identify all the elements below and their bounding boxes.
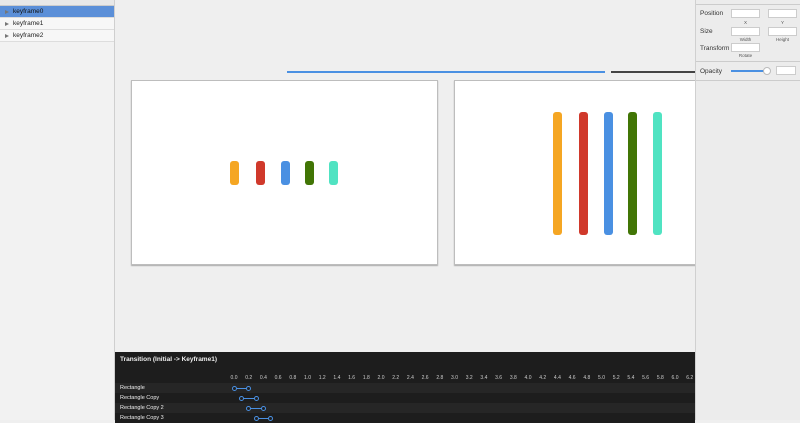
keyframe-handle-icon[interactable] — [246, 385, 252, 391]
transform-label: Transform — [700, 45, 730, 52]
layer-label: Rectangle — [120, 385, 145, 391]
tick-label: 2.8 — [436, 375, 444, 381]
rectangle-green[interactable] — [628, 112, 637, 235]
tick-label: 6.2 — [686, 375, 694, 381]
height-input[interactable] — [768, 27, 797, 36]
inspector-panel: Position X Y Size Width Height Transform… — [695, 0, 800, 420]
rectangle-red[interactable] — [579, 112, 588, 235]
x-input[interactable] — [731, 9, 760, 18]
timeline-row[interactable]: Rectangle Copy 3 — [115, 413, 695, 423]
tick-label: 0.2 — [245, 375, 253, 381]
sidebar-item-keyframe2[interactable]: keyframe2 — [0, 30, 114, 42]
tick-label: 4.6 — [568, 375, 576, 381]
tick-label: 4.2 — [539, 375, 547, 381]
rectangle-orange[interactable] — [230, 161, 239, 185]
layer-label: Rectangle Copy — [120, 395, 160, 401]
tick-label: 4.0 — [524, 375, 532, 381]
height-label: Height — [775, 37, 789, 42]
rectangle-teal[interactable] — [329, 161, 338, 185]
tick-label: 1.2 — [318, 375, 326, 381]
size-label: Size — [700, 28, 713, 35]
tick-label: 2.4 — [406, 375, 414, 381]
tick-label: 3.8 — [509, 375, 517, 381]
keyframe-label: keyframe0 — [13, 8, 44, 15]
x-label: X — [743, 20, 747, 25]
rotate-input[interactable] — [731, 43, 760, 52]
disclosure-triangle-icon[interactable] — [5, 21, 9, 26]
tick-label: 4.4 — [553, 375, 561, 381]
tick-label: 3.4 — [480, 375, 488, 381]
divider — [696, 61, 800, 62]
y-input[interactable] — [768, 9, 797, 18]
rectangle-green[interactable] — [305, 161, 314, 185]
timeline-panel: Transition (Initial -> Keyframe1) 0.0 0.2… — [115, 352, 695, 423]
tick-label: 2.6 — [421, 375, 429, 381]
opacity-input[interactable] — [776, 66, 796, 75]
tick-label: 3.2 — [465, 375, 473, 381]
position-label: Position — [700, 10, 724, 17]
rectangle-red[interactable] — [256, 161, 265, 185]
sidebar-item-keyframe1[interactable]: keyframe1 — [0, 18, 114, 30]
tick-label: 0.6 — [274, 375, 282, 381]
toolbar-strip — [696, 0, 800, 5]
keyframe-handle-icon[interactable] — [260, 405, 266, 411]
timeline-title: Transition (Initial -> Keyframe1) — [120, 356, 217, 363]
tick-label: 5.4 — [627, 375, 635, 381]
rectangle-teal[interactable] — [653, 112, 662, 235]
layer-label: Rectangle Copy 2 — [120, 405, 164, 411]
tick-label: 2.0 — [377, 375, 385, 381]
tick-label: 0.0 — [230, 375, 238, 381]
tick-label: 5.8 — [656, 375, 664, 381]
rectangle-blue[interactable] — [604, 112, 613, 235]
tick-label: 3.0 — [451, 375, 458, 381]
width-input[interactable] — [731, 27, 760, 36]
sidebar-item-keyframe0[interactable]: keyframe0 — [0, 6, 114, 18]
tick-label: 1.4 — [333, 375, 341, 381]
transition-slider[interactable] — [287, 71, 605, 73]
tick-label: 3.6 — [495, 375, 503, 381]
tick-label: 0.4 — [259, 375, 267, 381]
tick-label: 4.8 — [583, 375, 591, 381]
rotate-label: Rotate — [738, 53, 753, 58]
timeline-row[interactable]: Rectangle Copy 2 — [115, 403, 695, 413]
disclosure-triangle-icon[interactable] — [5, 33, 9, 38]
rectangle-blue[interactable] — [281, 161, 290, 185]
tick-label: 1.0 — [304, 375, 311, 381]
disclosure-triangle-icon[interactable] — [5, 9, 9, 14]
tick-label: 1.8 — [362, 375, 370, 381]
timeline-row[interactable]: Rectangle — [115, 383, 695, 393]
divider — [696, 80, 800, 81]
keyframe-label: keyframe1 — [13, 20, 44, 27]
tick-label: 0.8 — [289, 375, 297, 381]
tick-label: 2.2 — [392, 375, 400, 381]
rectangle-orange[interactable] — [553, 112, 562, 235]
width-label: Width — [739, 37, 752, 42]
timeline-row[interactable]: Rectangle Copy — [115, 393, 695, 403]
y-label: Y — [780, 20, 784, 25]
keyframe-handle-icon[interactable] — [246, 405, 252, 411]
tick-label: 5.6 — [642, 375, 650, 381]
transition-arrow — [611, 71, 695, 73]
opacity-label: Opacity — [700, 68, 723, 75]
opacity-slider-thumb[interactable] — [763, 67, 771, 75]
opacity-slider[interactable] — [731, 70, 767, 72]
keyframe1-card[interactable] — [454, 80, 704, 265]
tick-label: 6.0 — [671, 375, 679, 381]
tick-label: 1.6 — [348, 375, 356, 381]
layer-label: Rectangle Copy 3 — [120, 415, 164, 421]
tick-label: 5.2 — [612, 375, 620, 381]
keyframe-label: keyframe2 — [13, 32, 44, 39]
keyframe0-card[interactable] — [131, 80, 438, 265]
keyframe-sidebar: keyframe0 keyframe1 keyframe2 — [0, 0, 115, 420]
keyframe-handle-icon[interactable] — [253, 395, 259, 401]
tick-label: 5.0 — [598, 375, 605, 381]
keyframe-handle-icon[interactable] — [238, 395, 244, 401]
keyframe-handle-icon[interactable] — [231, 385, 237, 391]
